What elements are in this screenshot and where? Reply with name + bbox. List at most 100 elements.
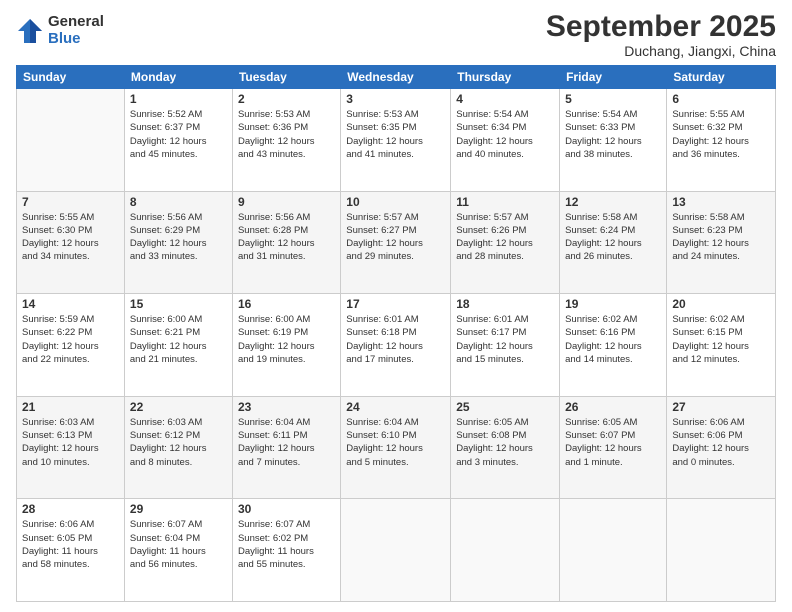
calendar-cell <box>341 499 451 602</box>
day-number: 8 <box>130 195 227 209</box>
day-number: 4 <box>456 92 554 106</box>
day-info: Sunrise: 5:52 AMSunset: 6:37 PMDaylight:… <box>130 108 227 161</box>
calendar-cell: 6Sunrise: 5:55 AMSunset: 6:32 PMDaylight… <box>667 89 776 192</box>
calendar-cell <box>451 499 560 602</box>
calendar-title: September 2025 <box>546 10 776 43</box>
calendar-cell: 10 Sunrise: 5:57 AMSunset: 6:27 PMDayligh… <box>341 191 451 294</box>
day-number: 11 <box>456 195 554 209</box>
weekday-header-friday: Friday <box>560 66 667 89</box>
day-info: Sunrise: 6:03 AMSunset: 6:13 PMDaylight:… <box>22 416 119 469</box>
weekday-header-monday: Monday <box>124 66 232 89</box>
calendar-subtitle: Duchang, Jiangxi, China <box>546 43 776 59</box>
day-number: 28 <box>22 502 119 516</box>
logo-text: General Blue <box>48 14 104 47</box>
day-info: Sunrise: 6:04 AMSunset: 6:11 PMDaylight:… <box>238 416 335 469</box>
calendar-cell: 19 Sunrise: 6:02 AMSunset: 6:16 PMDayligh… <box>560 294 667 397</box>
day-info: Sunrise: 5:53 AMSunset: 6:35 PMDaylight:… <box>346 108 445 161</box>
day-info: Sunrise: 6:07 AMSunset: 6:02 PMDaylight:… <box>238 518 335 571</box>
day-info: Sunrise: 6:01 AMSunset: 6:17 PMDaylight:… <box>456 313 554 366</box>
day-number: 19 <box>565 297 661 311</box>
day-number: 9 <box>238 195 335 209</box>
calendar-cell: 14 Sunrise: 5:59 AMSunset: 6:22 PMDayligh… <box>17 294 125 397</box>
day-number: 30 <box>238 502 335 516</box>
day-info: Sunrise: 5:53 AMSunset: 6:36 PMDaylight:… <box>238 108 335 161</box>
day-info: Sunrise: 6:04 AMSunset: 6:10 PMDaylight:… <box>346 416 445 469</box>
logo: General Blue <box>16 14 104 47</box>
calendar-cell: 18Sunrise: 6:01 AMSunset: 6:17 PMDayligh… <box>451 294 560 397</box>
weekday-header-thursday: Thursday <box>451 66 560 89</box>
weekday-header-tuesday: Tuesday <box>232 66 340 89</box>
calendar-cell: 12Sunrise: 5:58 AMSunset: 6:24 PMDayligh… <box>560 191 667 294</box>
calendar-cell: 16Sunrise: 6:00 AMSunset: 6:19 PMDayligh… <box>232 294 340 397</box>
day-number: 7 <box>22 195 119 209</box>
calendar-cell: 8 Sunrise: 5:56 AMSunset: 6:29 PMDaylight… <box>124 191 232 294</box>
header: General Blue September 2025 Duchang, Jia… <box>16 10 776 59</box>
day-number: 13 <box>672 195 770 209</box>
calendar-cell: 15 Sunrise: 6:00 AMSunset: 6:21 PMDayligh… <box>124 294 232 397</box>
day-info: Sunrise: 6:06 AMSunset: 6:05 PMDaylight:… <box>22 518 119 571</box>
weekday-header-sunday: Sunday <box>17 66 125 89</box>
calendar-cell: 3 Sunrise: 5:53 AMSunset: 6:35 PMDaylight… <box>341 89 451 192</box>
week-row-5: 28 Sunrise: 6:06 AMSunset: 6:05 PMDayligh… <box>17 499 776 602</box>
day-info: Sunrise: 6:06 AMSunset: 6:06 PMDaylight:… <box>672 416 770 469</box>
calendar-cell: 9 Sunrise: 5:56 AMSunset: 6:28 PMDaylight… <box>232 191 340 294</box>
calendar-cell: 17 Sunrise: 6:01 AMSunset: 6:18 PMDayligh… <box>341 294 451 397</box>
calendar-cell: 24 Sunrise: 6:04 AMSunset: 6:10 PMDayligh… <box>341 396 451 499</box>
day-number: 24 <box>346 400 445 414</box>
calendar-cell: 5Sunrise: 5:54 AMSunset: 6:33 PMDaylight… <box>560 89 667 192</box>
weekday-header-wednesday: Wednesday <box>341 66 451 89</box>
week-row-3: 14 Sunrise: 5:59 AMSunset: 6:22 PMDayligh… <box>17 294 776 397</box>
day-number: 17 <box>346 297 445 311</box>
day-number: 1 <box>130 92 227 106</box>
day-info: Sunrise: 5:57 AMSunset: 6:27 PMDaylight:… <box>346 211 445 264</box>
day-info: Sunrise: 5:56 AMSunset: 6:28 PMDaylight:… <box>238 211 335 264</box>
day-info: Sunrise: 5:56 AMSunset: 6:29 PMDaylight:… <box>130 211 227 264</box>
title-block: September 2025 Duchang, Jiangxi, China <box>546 10 776 59</box>
day-number: 29 <box>130 502 227 516</box>
day-number: 14 <box>22 297 119 311</box>
calendar-cell: 1 Sunrise: 5:52 AMSunset: 6:37 PMDaylight… <box>124 89 232 192</box>
day-number: 21 <box>22 400 119 414</box>
day-info: Sunrise: 6:02 AMSunset: 6:16 PMDaylight:… <box>565 313 661 366</box>
calendar-cell: 30 Sunrise: 6:07 AMSunset: 6:02 PMDayligh… <box>232 499 340 602</box>
day-number: 26 <box>565 400 661 414</box>
calendar-cell: 22Sunrise: 6:03 AMSunset: 6:12 PMDayligh… <box>124 396 232 499</box>
day-info: Sunrise: 6:00 AMSunset: 6:21 PMDaylight:… <box>130 313 227 366</box>
calendar-cell <box>17 89 125 192</box>
calendar-cell <box>667 499 776 602</box>
logo-blue-text: Blue <box>48 31 104 48</box>
day-number: 3 <box>346 92 445 106</box>
calendar-page: General Blue September 2025 Duchang, Jia… <box>0 0 792 612</box>
day-number: 10 <box>346 195 445 209</box>
calendar-table: SundayMondayTuesdayWednesdayThursdayFrid… <box>16 65 776 602</box>
day-info: Sunrise: 5:58 AMSunset: 6:23 PMDaylight:… <box>672 211 770 264</box>
day-number: 25 <box>456 400 554 414</box>
calendar-cell: 25 Sunrise: 6:05 AMSunset: 6:08 PMDayligh… <box>451 396 560 499</box>
calendar-cell: 7 Sunrise: 5:55 AMSunset: 6:30 PMDaylight… <box>17 191 125 294</box>
calendar-cell: 21 Sunrise: 6:03 AMSunset: 6:13 PMDayligh… <box>17 396 125 499</box>
calendar-cell: 20 Sunrise: 6:02 AMSunset: 6:15 PMDayligh… <box>667 294 776 397</box>
day-info: Sunrise: 5:59 AMSunset: 6:22 PMDaylight:… <box>22 313 119 366</box>
calendar-cell: 2Sunrise: 5:53 AMSunset: 6:36 PMDaylight… <box>232 89 340 192</box>
calendar-cell: 11Sunrise: 5:57 AMSunset: 6:26 PMDayligh… <box>451 191 560 294</box>
day-info: Sunrise: 6:02 AMSunset: 6:15 PMDaylight:… <box>672 313 770 366</box>
calendar-cell: 26Sunrise: 6:05 AMSunset: 6:07 PMDayligh… <box>560 396 667 499</box>
day-number: 20 <box>672 297 770 311</box>
day-number: 23 <box>238 400 335 414</box>
day-info: Sunrise: 5:55 AMSunset: 6:30 PMDaylight:… <box>22 211 119 264</box>
day-number: 27 <box>672 400 770 414</box>
calendar-cell: 4Sunrise: 5:54 AMSunset: 6:34 PMDaylight… <box>451 89 560 192</box>
calendar-cell: 27 Sunrise: 6:06 AMSunset: 6:06 PMDayligh… <box>667 396 776 499</box>
day-info: Sunrise: 6:00 AMSunset: 6:19 PMDaylight:… <box>238 313 335 366</box>
day-number: 12 <box>565 195 661 209</box>
day-info: Sunrise: 6:05 AMSunset: 6:08 PMDaylight:… <box>456 416 554 469</box>
day-info: Sunrise: 6:03 AMSunset: 6:12 PMDaylight:… <box>130 416 227 469</box>
day-info: Sunrise: 6:07 AMSunset: 6:04 PMDaylight:… <box>130 518 227 571</box>
calendar-cell: 23 Sunrise: 6:04 AMSunset: 6:11 PMDayligh… <box>232 396 340 499</box>
week-row-2: 7 Sunrise: 5:55 AMSunset: 6:30 PMDaylight… <box>17 191 776 294</box>
logo-general-text: General <box>48 14 104 31</box>
day-info: Sunrise: 6:01 AMSunset: 6:18 PMDaylight:… <box>346 313 445 366</box>
calendar-cell: 28 Sunrise: 6:06 AMSunset: 6:05 PMDayligh… <box>17 499 125 602</box>
day-number: 15 <box>130 297 227 311</box>
weekday-header-saturday: Saturday <box>667 66 776 89</box>
